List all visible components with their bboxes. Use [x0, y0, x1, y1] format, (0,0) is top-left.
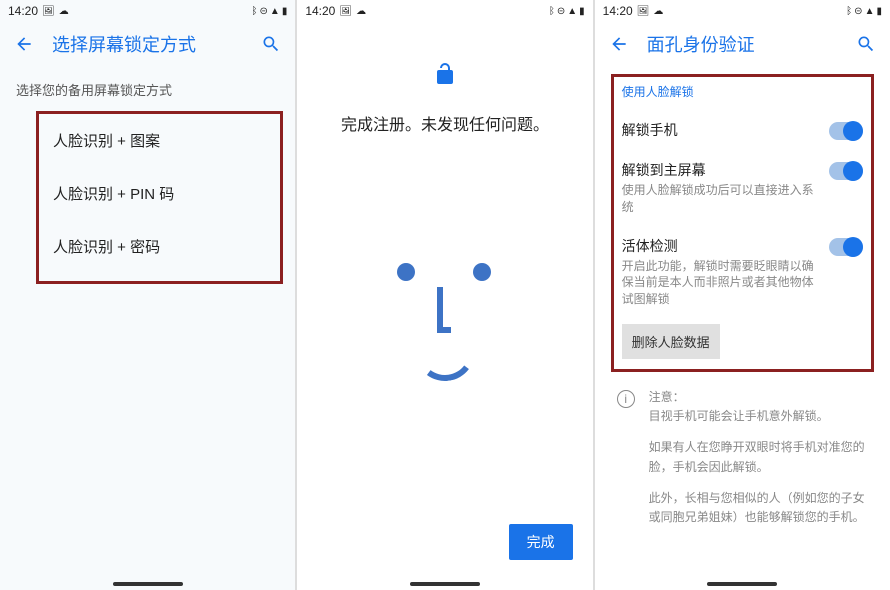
setting-subtitle: 开启此功能，解锁时需要眨眼睛以确保当前是本人而非照片或者其他物体试图解锁 [622, 258, 817, 308]
status-bar: 14:20 🖼 ☁ ᛒ ⊝ ▲ ▮ [595, 0, 890, 22]
home-indicator[interactable] [707, 582, 777, 586]
enroll-body: 完成注册。未发现任何问题。 [297, 22, 592, 590]
image-icon: 🖼 [637, 6, 650, 17]
wechat-icon: ☁ [356, 6, 366, 17]
screen-face-settings: 14:20 🖼 ☁ ᛒ ⊝ ▲ ▮ 面孔身份验证 使用人脸解锁 解锁手机 [595, 0, 890, 590]
wechat-icon: ☁ [653, 6, 663, 17]
notice-p2: 如果有人在您睁开双眼时将手机对准您的脸，手机会因此解锁。 [649, 438, 868, 476]
dnd-icon: ⊝ [260, 6, 268, 17]
setting-unlock-phone[interactable]: 解锁手机 [622, 110, 863, 150]
setting-unlock-home[interactable]: 解锁到主屏幕 使用人脸解锁成功后可以直接进入系统 [622, 150, 863, 226]
back-button[interactable] [607, 32, 631, 56]
face-eye-left [397, 263, 415, 281]
enroll-message: 完成注册。未发现任何问题。 [341, 111, 549, 135]
screen-lock-options: 14:20 🖼 ☁ ᛒ ⊝ ▲ ▮ 选择屏幕锁定方式 选择您的备用屏幕锁定方式 … [0, 0, 295, 590]
status-time: 14:20 [603, 4, 633, 18]
notice-section: i 注意： 目视手机可能会让手机意外解锁。 如果有人在您睁开双眼时将手机对准您的脸… [611, 388, 874, 539]
status-bar: 14:20 🖼 ☁ ᛒ ⊝ ▲ ▮ [0, 0, 295, 22]
lock-option-pin[interactable]: 人脸识别 + PIN 码 [39, 167, 280, 220]
image-icon: 🖼 [42, 6, 55, 17]
wifi-icon: ▲ [270, 6, 280, 17]
section-header: 使用人脸解锁 [622, 83, 863, 100]
notice-heading: 注意： [649, 390, 685, 404]
face-unlock-section-highlight: 使用人脸解锁 解锁手机 解锁到主屏幕 使用人脸解锁成功后可以直接进入系统 活体检… [611, 74, 874, 372]
status-bar: 14:20 🖼 ☁ ᛒ ⊝ ▲ ▮ [297, 0, 592, 22]
top-bar: 面孔身份验证 [595, 22, 890, 66]
lock-option-pattern[interactable]: 人脸识别 + 图案 [39, 114, 280, 167]
notice-text: 注意： 目视手机可能会让手机意外解锁。 如果有人在您睁开双眼时将手机对准您的脸，手… [649, 388, 868, 539]
wifi-icon: ▲ [567, 6, 577, 17]
bluetooth-icon: ᛒ [549, 6, 555, 17]
screen-enroll-complete: 14:20 🖼 ☁ ᛒ ⊝ ▲ ▮ 完成注册。未发现任何问题。 完成 [297, 0, 592, 590]
switch-unlock-phone[interactable] [829, 122, 863, 140]
subtitle: 选择您的备用屏幕锁定方式 [0, 66, 295, 107]
status-time: 14:20 [8, 4, 38, 18]
home-indicator[interactable] [410, 582, 480, 586]
search-icon[interactable] [854, 32, 878, 56]
home-indicator[interactable] [113, 582, 183, 586]
page-title: 选择屏幕锁定方式 [52, 31, 243, 57]
done-button[interactable]: 完成 [509, 524, 573, 560]
page-title: 面孔身份验证 [647, 31, 838, 57]
bluetooth-icon: ᛒ [252, 6, 258, 17]
wifi-icon: ▲ [865, 6, 875, 17]
face-smile [411, 317, 479, 385]
search-icon[interactable] [259, 32, 283, 56]
unlock-icon [433, 62, 457, 91]
switch-unlock-home[interactable] [829, 162, 863, 180]
setting-title: 解锁手机 [622, 120, 817, 140]
dnd-icon: ⊝ [557, 6, 565, 17]
setting-title: 活体检测 [622, 236, 817, 256]
status-time: 14:20 [305, 4, 335, 18]
face-eye-right [473, 263, 491, 281]
face-illustration [345, 235, 545, 435]
back-button[interactable] [12, 32, 36, 56]
settings-body: 使用人脸解锁 解锁手机 解锁到主屏幕 使用人脸解锁成功后可以直接进入系统 活体检… [595, 66, 890, 590]
setting-subtitle: 使用人脸解锁成功后可以直接进入系统 [622, 182, 817, 216]
delete-face-button[interactable]: 删除人脸数据 [622, 324, 720, 359]
top-bar: 选择屏幕锁定方式 [0, 22, 295, 66]
wechat-icon: ☁ [59, 6, 69, 17]
battery-icon: ▮ [876, 6, 882, 17]
info-icon: i [617, 390, 635, 408]
bluetooth-icon: ᛒ [846, 6, 852, 17]
notice-p3: 此外，长相与您相似的人（例如您的子女或同胞兄弟姐妹）也能够解锁您的手机。 [649, 489, 868, 527]
setting-liveness[interactable]: 活体检测 开启此功能，解锁时需要眨眼睛以确保当前是本人而非照片或者其他物体试图解… [622, 226, 863, 318]
notice-p1: 目视手机可能会让手机意外解锁。 [649, 409, 829, 423]
battery-icon: ▮ [579, 6, 585, 17]
lock-option-password[interactable]: 人脸识别 + 密码 [39, 220, 280, 273]
battery-icon: ▮ [282, 6, 288, 17]
setting-title: 解锁到主屏幕 [622, 160, 817, 180]
lock-options-highlight: 人脸识别 + 图案 人脸识别 + PIN 码 人脸识别 + 密码 [36, 111, 283, 284]
image-icon: 🖼 [339, 6, 352, 17]
switch-liveness[interactable] [829, 238, 863, 256]
dnd-icon: ⊝ [854, 6, 862, 17]
